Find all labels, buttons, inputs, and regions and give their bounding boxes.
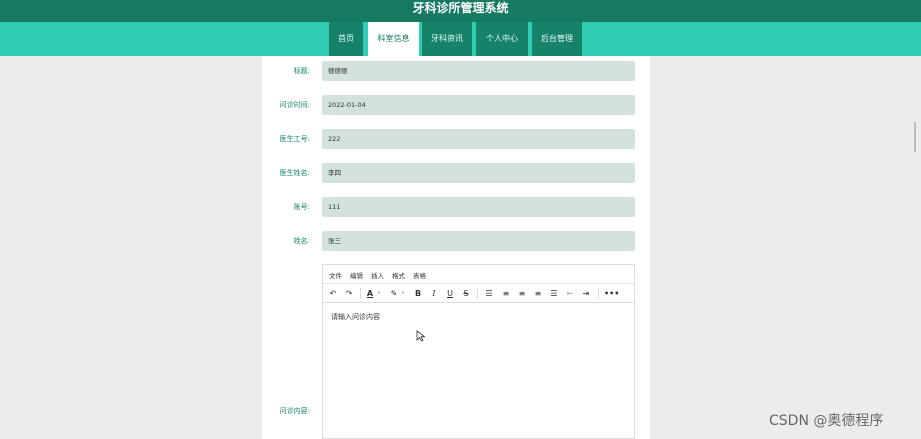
name-label: 姓名: [293, 237, 310, 245]
toolbar-divider [598, 288, 599, 299]
menu-insert[interactable]: 插入 [371, 270, 384, 280]
consult-time-label: 问诊时间: [279, 101, 310, 109]
italic-icon[interactable]: I [429, 287, 439, 300]
scrollbar[interactable] [914, 122, 916, 152]
account-field[interactable]: 111 [322, 197, 635, 217]
strikethrough-icon[interactable]: S [461, 287, 471, 300]
doctor-name-label: 医生姓名: [279, 169, 310, 177]
doctor-id-field[interactable]: 222 [322, 129, 635, 149]
editor-menubar: 文件 编辑 插入 格式 表格 [323, 265, 634, 284]
align-center-icon[interactable]: ≡ [516, 287, 528, 300]
top-header: 牙科诊所管理系统 [0, 0, 921, 22]
menu-file[interactable]: 文件 [329, 270, 342, 280]
consult-content-label: 问诊内容: [279, 407, 310, 415]
watermark-text: CSDN @奥德程序 [769, 413, 884, 429]
site-title: 牙科诊所管理系统 [412, 1, 509, 15]
underline-icon[interactable]: U [445, 287, 455, 300]
tab-dental-news[interactable]: 牙科资讯 [422, 22, 472, 56]
menu-edit[interactable]: 编辑 [350, 270, 363, 280]
toolbar-divider [360, 288, 361, 299]
mouse-cursor-icon [416, 330, 426, 342]
name-field[interactable]: 张三 [322, 231, 635, 251]
align-right-icon[interactable]: ≡ [532, 287, 544, 300]
menu-format[interactable]: 格式 [392, 270, 405, 280]
chevron-down-icon[interactable]: ∨ [375, 287, 383, 300]
nav-bar: 首页 科室信息 牙科资讯 个人中心 后台管理 [0, 22, 921, 56]
doctor-id-label: 医生工号: [279, 135, 310, 143]
bold-icon[interactable]: B [413, 287, 423, 300]
align-left-icon[interactable]: ≡ [500, 287, 512, 300]
outdent-icon[interactable]: ⇤ [564, 287, 576, 300]
doctor-name-field[interactable]: 李四 [322, 163, 635, 183]
toolbar-divider [477, 288, 478, 299]
line-height-icon[interactable]: ☰ [483, 287, 495, 300]
tab-home[interactable]: 首页 [329, 22, 363, 56]
chevron-down-icon[interactable]: ∨ [399, 287, 407, 300]
rich-text-editor[interactable]: 文件 编辑 插入 格式 表格 ↶ ↷ A ∨ ✎ ∨ B I U S ☰ ≡ ≡… [322, 264, 635, 439]
justify-icon[interactable]: ☰ [548, 287, 560, 300]
indent-icon[interactable]: ⇥ [580, 287, 592, 300]
title-label: 标题: [293, 67, 310, 75]
tab-admin[interactable]: 后台管理 [532, 22, 582, 56]
tab-personal-center[interactable]: 个人中心 [476, 22, 528, 56]
consult-time-field[interactable]: 2022-01-04 [322, 95, 635, 115]
editor-placeholder[interactable]: 请输入问诊内容 [331, 312, 380, 322]
undo-icon[interactable]: ↶ [327, 287, 339, 300]
redo-icon[interactable]: ↷ [343, 287, 355, 300]
title-field[interactable]: 德德德 [322, 61, 635, 81]
more-icon[interactable]: ••• [604, 287, 619, 300]
account-label: 账号: [293, 203, 310, 211]
tab-department-info[interactable]: 科室信息 [368, 22, 419, 56]
menu-table[interactable]: 表格 [413, 270, 426, 280]
editor-toolbar: ↶ ↷ A ∨ ✎ ∨ B I U S ☰ ≡ ≡ ≡ ☰ ⇤ ⇥ ••• [323, 284, 634, 303]
